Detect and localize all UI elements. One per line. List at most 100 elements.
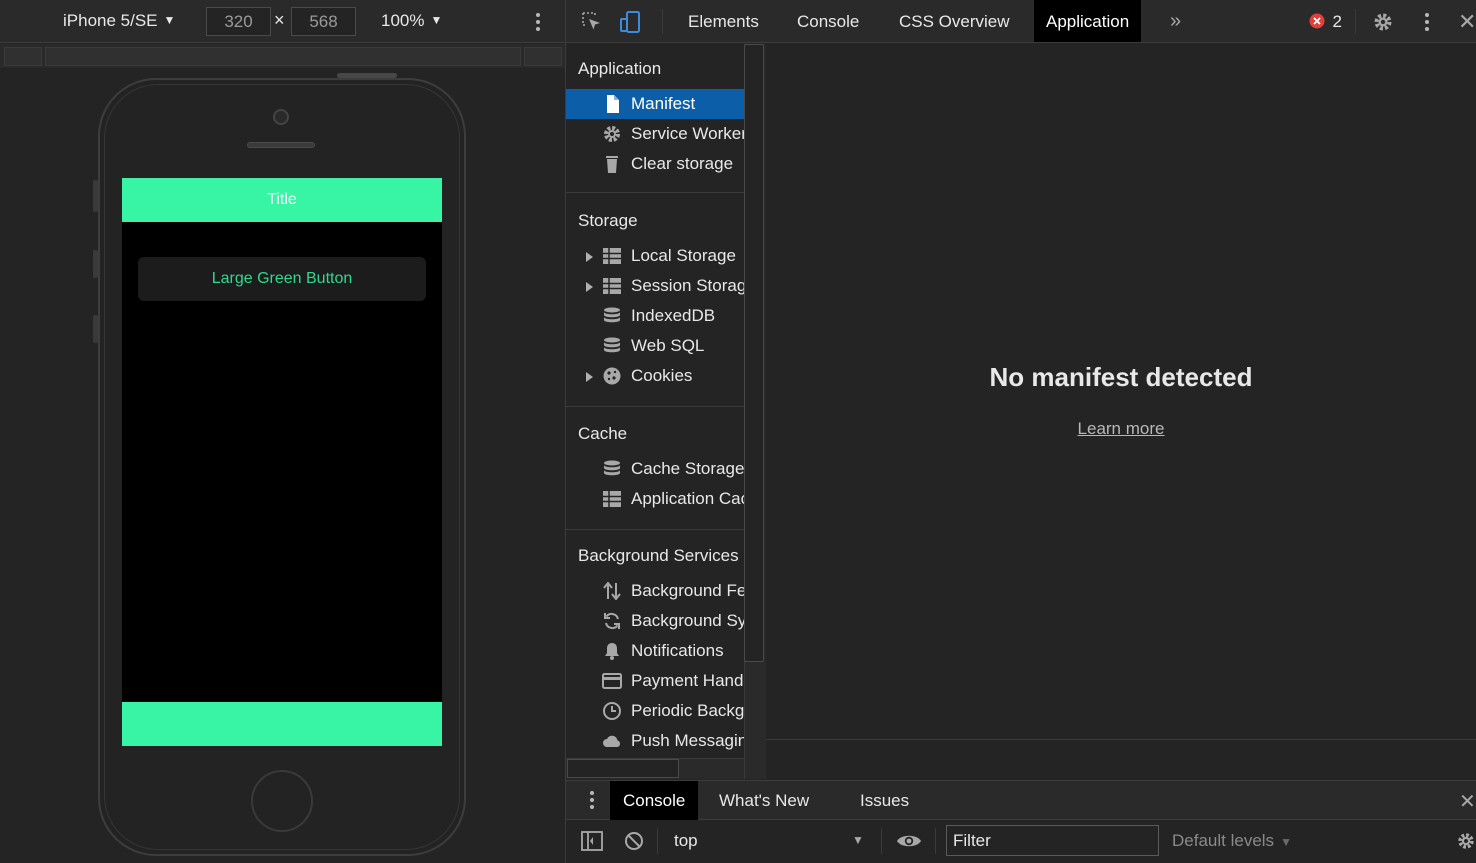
sidebar-item-cache-storage[interactable]: Cache Storage [566, 454, 744, 484]
section-header-storage: Storage [578, 211, 638, 230]
trash-icon [606, 156, 618, 173]
gear-icon[interactable] [1372, 11, 1394, 33]
sidebar-item-manifest[interactable]: Manifest [566, 89, 744, 119]
table-icon [603, 248, 621, 264]
sidebar-item-label: Periodic Background Sync [631, 701, 744, 720]
bell-icon [605, 643, 619, 660]
tab-css-overview[interactable]: CSS Overview [887, 0, 1022, 42]
device-select[interactable]: iPhone 5/SE ▼ [63, 11, 175, 31]
expand-arrow-icon[interactable] [586, 252, 593, 262]
device-more-options-icon[interactable] [536, 13, 540, 34]
sidebar-item-label: Cache Storage [631, 459, 744, 478]
toolbar-separator [881, 828, 882, 854]
zoom-select[interactable]: 100% ▼ [381, 11, 442, 31]
log-levels-value: Default levels [1172, 831, 1275, 850]
expand-arrow-icon[interactable] [586, 282, 593, 292]
context-value: top [674, 831, 698, 850]
error-icon [1309, 13, 1325, 29]
inspect-element-icon[interactable] [581, 11, 603, 33]
width-input[interactable]: 320 [206, 7, 271, 36]
table-icon [603, 278, 621, 294]
sidebar-item-background-fetch[interactable]: Background Fetch [566, 576, 744, 606]
ruler-segment[interactable] [45, 47, 521, 66]
log-levels-select[interactable]: Default levels ▼ [1172, 820, 1292, 861]
eye-icon[interactable] [896, 832, 922, 850]
sidebar-item-label: Session Storage [631, 276, 744, 295]
sidebar-item-session-storage[interactable]: Session Storage [566, 271, 744, 301]
sidebar-item-local-storage[interactable]: Local Storage [566, 241, 744, 271]
sidebar-scrollbar-thumb[interactable] [744, 44, 764, 662]
sidebar-item-service-workers[interactable]: Service Workers [566, 119, 744, 149]
sidebar-item-label: Notifications [631, 641, 724, 660]
sidebar-item-web-sql[interactable]: Web SQL [566, 331, 744, 361]
sidebar-item-label: Payment Handler [631, 671, 744, 690]
device-emulation-pane: iPhone 5/SE ▼ 320 × 568 100% ▼ Title Large… [0, 0, 565, 863]
show-sidebar-icon[interactable] [581, 831, 603, 851]
chevrons-right-icon[interactable]: » [1170, 10, 1181, 33]
expand-arrow-icon[interactable] [586, 372, 593, 382]
sidebar-item-push-messaging[interactable]: Push Messaging [566, 726, 744, 756]
toggle-device-toolbar-icon[interactable] [619, 10, 643, 34]
toolbar-separator [662, 9, 663, 34]
ruler-segment[interactable] [524, 47, 562, 66]
sidebar-item-payment-handler[interactable]: Payment Handler [566, 666, 744, 696]
sidebar-item-label: Manifest [631, 94, 696, 113]
toolbar-separator [1355, 9, 1356, 34]
sidebar-item-label: Local Storage [631, 246, 736, 265]
sidebar-item-label: Background Fetch [631, 581, 744, 600]
sidebar-item-label: Push Messaging [631, 731, 744, 750]
tab-elements[interactable]: Elements [676, 0, 771, 42]
zoom-value: 100% [381, 11, 425, 30]
close-icon[interactable]: ✕ [1458, 9, 1476, 35]
sidebar-horizontal-scrollbar-thumb[interactable] [567, 759, 679, 778]
application-sidebar: Application Manifest Service Workers Cle… [566, 44, 744, 758]
app-title-bar: Title [122, 178, 442, 222]
sidebar-item-clear-storage[interactable]: Clear storage [566, 149, 744, 179]
manifest-view: No manifest detected Learn more [766, 44, 1476, 739]
filter-input[interactable] [946, 825, 1159, 856]
devtools-tabbar: Elements Console CSS Overview Applicatio… [566, 0, 1476, 43]
clear-console-icon[interactable] [624, 831, 644, 851]
device-toolbar: iPhone 5/SE ▼ 320 × 568 100% ▼ [0, 0, 565, 43]
sidebar-item-indexeddb[interactable]: IndexedDB [566, 301, 744, 331]
drawer-more-options-icon[interactable] [590, 791, 594, 812]
database-icon [604, 307, 620, 323]
sidebar-item-label: Background Sync [631, 611, 744, 630]
dropdown-caret-icon: ▼ [163, 13, 176, 27]
sidebar-item-background-sync[interactable]: Background Sync [566, 606, 744, 636]
console-settings-gear-icon[interactable] [1456, 831, 1476, 851]
sidebar-item-label: IndexedDB [631, 306, 716, 325]
section-divider [566, 529, 744, 530]
section-header-cache: Cache [578, 424, 628, 443]
tab-application[interactable]: Application [1034, 0, 1142, 42]
drawer-tab-issues[interactable]: Issues [847, 781, 922, 820]
sidebar-item-label: Application Cache [631, 489, 744, 508]
cookie-icon [603, 367, 621, 385]
sidebar-item-periodic-background-sync[interactable]: Periodic Background Sync [566, 696, 744, 726]
height-input[interactable]: 568 [291, 7, 356, 36]
large-green-button[interactable]: Large Green Button [138, 257, 426, 301]
execution-context-select[interactable]: top ▼ [662, 820, 878, 861]
dropdown-caret-icon: ▼ [852, 833, 864, 847]
learn-more-link[interactable]: Learn more [758, 419, 1476, 439]
sidebar-item-notifications[interactable]: Notifications [566, 636, 744, 666]
tab-console[interactable]: Console [785, 0, 871, 42]
console-toolbar: top ▼ Default levels ▼ [566, 820, 1476, 863]
error-counter[interactable]: 2 [1309, 12, 1342, 32]
sidebar-item-cookies[interactable]: Cookies [566, 361, 744, 391]
sidebar-item-application-cache[interactable]: Application Cache [566, 484, 744, 514]
drawer-tab-console[interactable]: Console [610, 781, 699, 820]
customize-devtools-icon[interactable] [1425, 13, 1429, 34]
clock-icon [603, 702, 621, 720]
dropdown-caret-icon: ▼ [430, 13, 443, 27]
section-divider [566, 406, 744, 407]
document-icon [607, 95, 619, 113]
drawer-tab-whats-new[interactable]: What's New [706, 781, 822, 820]
gear-icon [604, 126, 620, 142]
ruler-segment[interactable] [4, 47, 42, 66]
arrows-updown-icon [603, 582, 621, 600]
close-drawer-icon[interactable]: ✕ [1459, 789, 1476, 814]
phone-home-button [251, 770, 313, 832]
section-header-background-services: Background Services [578, 546, 739, 565]
sidebar-item-label: Clear storage [631, 154, 734, 173]
